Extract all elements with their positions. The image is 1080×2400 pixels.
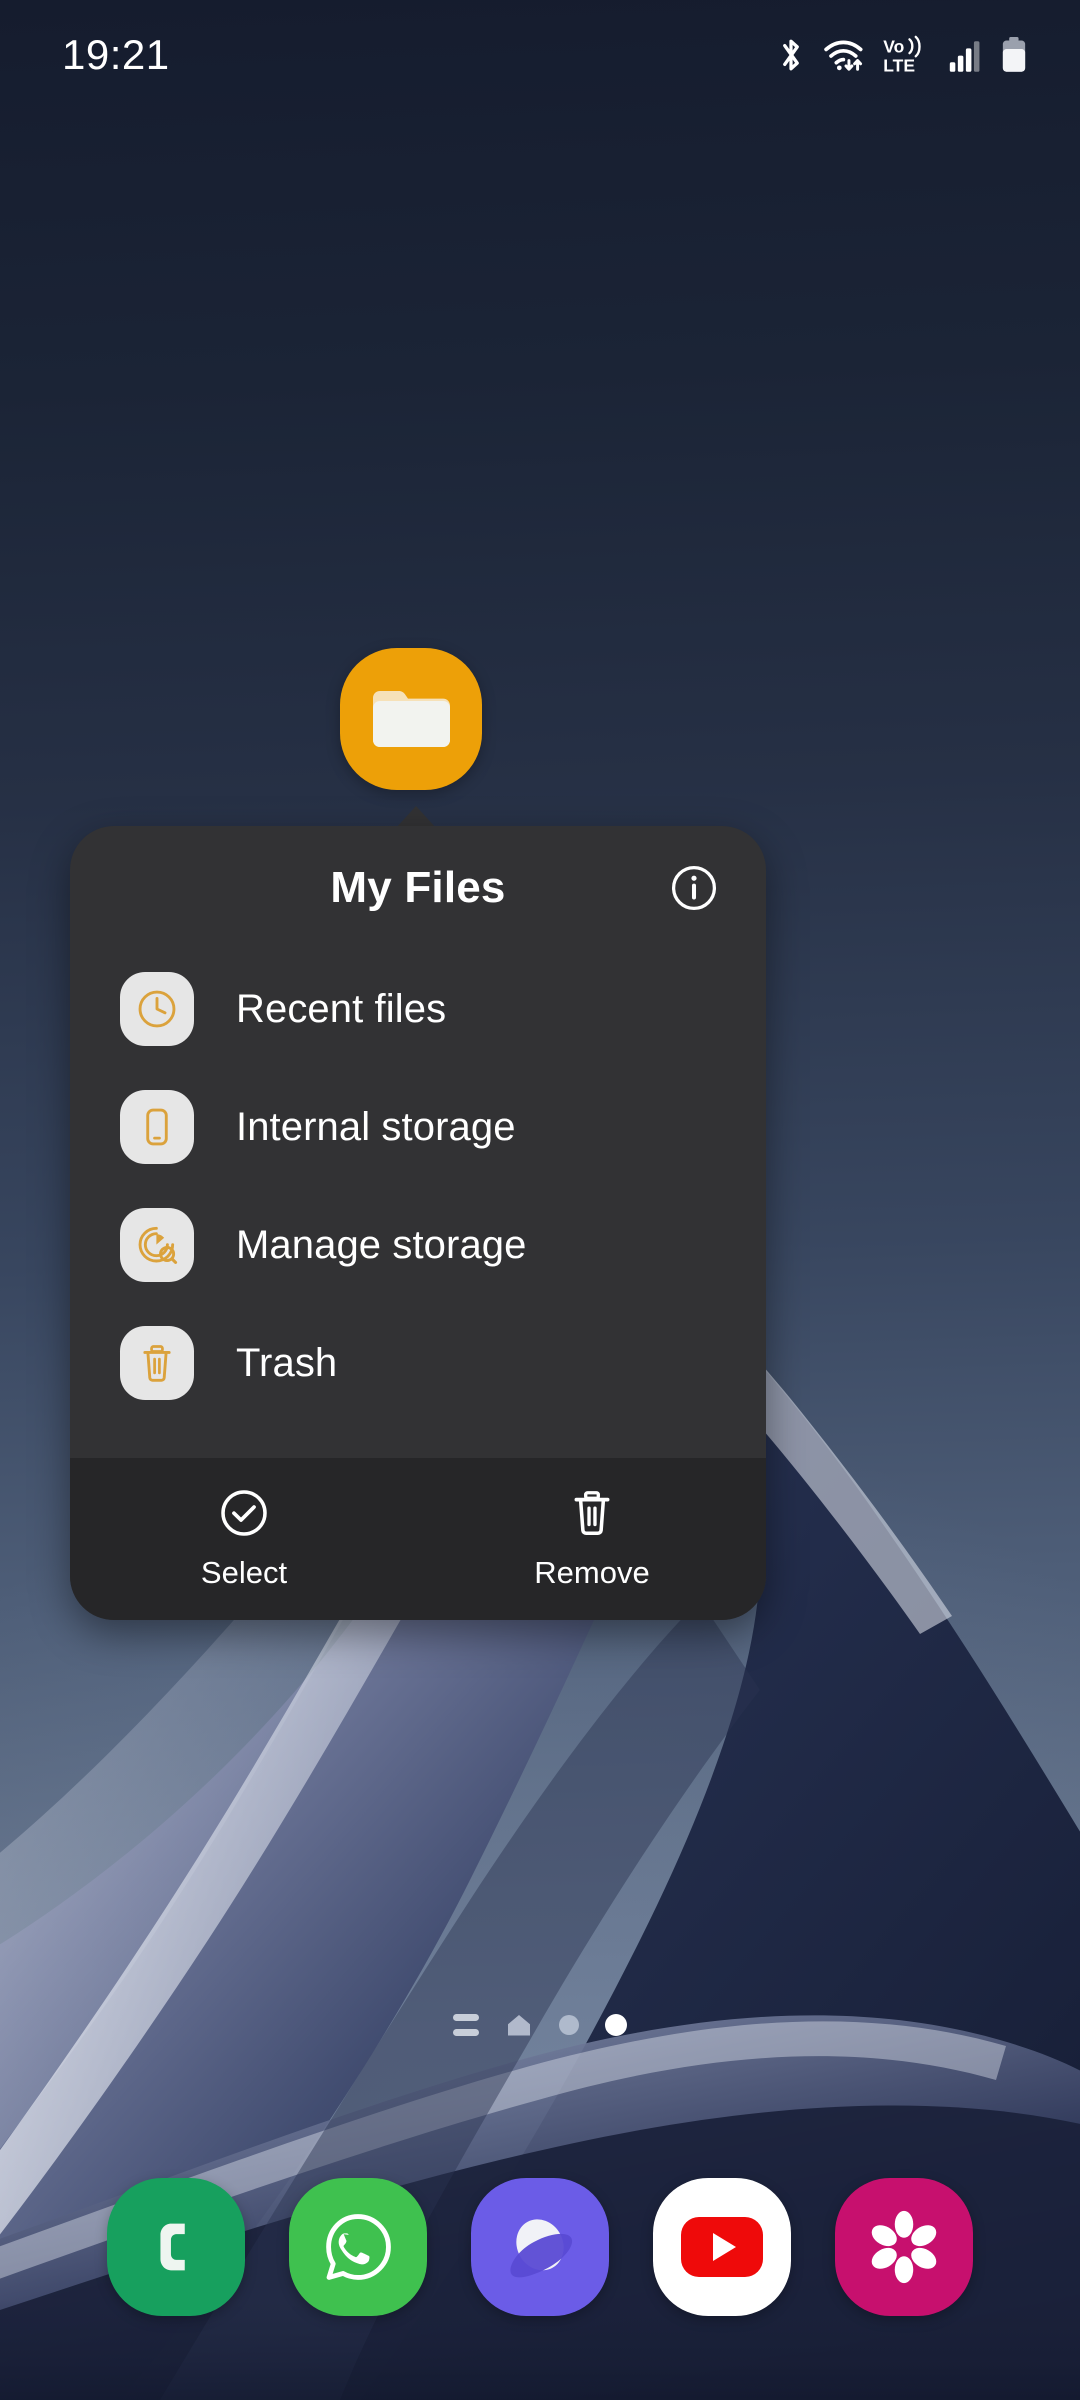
popup-item-manage-storage[interactable]: Manage storage [70,1186,766,1304]
home-icon [508,2015,530,2036]
dock-app-phone[interactable] [107,2178,245,2316]
popup-item-label: Internal storage [236,1104,516,1149]
popup-item-recent-files[interactable]: Recent files [70,950,766,1068]
battery-icon [1000,36,1028,74]
action-label: Remove [534,1555,650,1590]
dock-app-internet[interactable] [471,2178,609,2316]
page-dot-indicator-current[interactable] [605,2014,627,2036]
signal-bars-icon [949,37,983,73]
volte-icon: Vo LTE [882,35,932,75]
popup-item-internal-storage[interactable]: Internal storage [70,1068,766,1186]
internet-icon [510,2219,573,2278]
info-icon [671,865,717,911]
select-button[interactable]: Select [70,1458,418,1620]
trash-icon [120,1326,194,1400]
action-label: Select [200,1555,288,1590]
gallery-flower-icon [871,2210,937,2284]
home-screen: 19:21 Vo LTE My Files Recent files Inter… [0,0,1080,2400]
popup-item-list: Recent files Internal storage Manage sto… [70,950,766,1458]
whatsapp-icon [326,2214,391,2280]
youtube-icon [681,2217,763,2277]
folder-icon [373,691,450,747]
page-dot-indicator[interactable] [559,2015,579,2035]
popup-item-label: Recent files [236,986,447,1031]
popup-item-label: Trash [236,1340,338,1385]
popup-item-label: Manage storage [236,1222,527,1267]
storage-analysis-icon [120,1208,194,1282]
app-list-indicator[interactable] [453,2014,479,2036]
status-bar-icons: Vo LTE [776,35,1028,75]
check-circle-icon [221,1490,267,1536]
dock-app-youtube[interactable] [653,2178,791,2316]
clock-icon [120,972,194,1046]
my-files-icon-tile [340,648,482,790]
trash-can-icon [574,1491,610,1536]
wifi-data-icon [823,36,865,74]
status-bar: 19:21 Vo LTE [0,0,1080,110]
popup-header: My Files [70,826,766,950]
phone-storage-icon [120,1090,194,1164]
dock-app-gallery[interactable] [835,2178,973,2316]
app-info-button[interactable] [666,860,722,916]
home-page-indicator[interactable] [505,2012,533,2038]
popup-title: My Files [330,863,506,912]
hamburger-lines-icon [453,2014,479,2036]
svg-text:Vo: Vo [883,37,904,57]
page-dot [559,2015,579,2035]
page-dot-active [605,2014,627,2036]
popup-pointer-arrow [396,806,436,828]
dock [0,2178,1080,2316]
svg-text:LTE: LTE [883,55,915,75]
status-bar-clock: 19:21 [62,31,170,78]
phone-icon [160,2223,185,2271]
remove-button[interactable]: Remove [418,1458,766,1620]
bluetooth-icon [776,36,806,74]
my-files-popup-menu: My Files Recent files Internal storage M… [70,826,766,1620]
my-files-app-icon[interactable] [340,648,482,790]
dock-app-whatsapp[interactable] [289,2178,427,2316]
popup-action-bar: Select Remove [70,1458,766,1620]
popup-item-trash[interactable]: Trash [70,1304,766,1422]
page-indicator [0,2012,1080,2038]
